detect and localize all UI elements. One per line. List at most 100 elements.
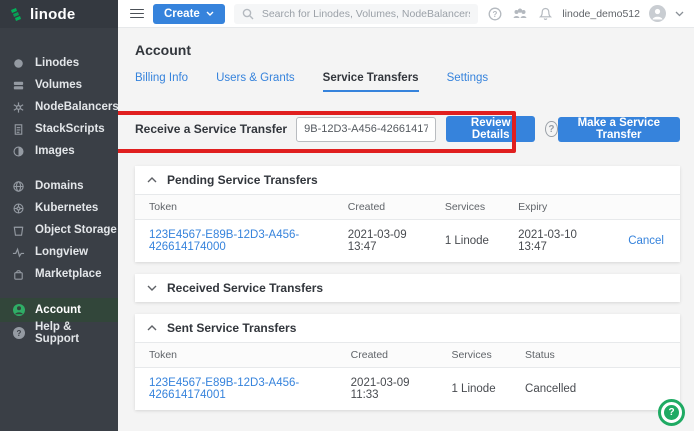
sidebar-item-label: Domains (35, 180, 84, 192)
tab-settings[interactable]: Settings (447, 72, 489, 92)
services-cell: 1 Linode (431, 220, 504, 263)
main-area: Create ? linode_demo512 (118, 0, 694, 431)
transfer-token-input[interactable] (296, 117, 436, 142)
make-service-transfer-button[interactable]: Make a Service Transfer (558, 117, 680, 142)
tabs: Billing Info Users & Grants Service Tran… (135, 72, 680, 92)
column-header-expiry: Expiry (504, 195, 614, 220)
received-transfers-header[interactable]: Received Service Transfers (135, 274, 680, 302)
linode-logo[interactable]: linode (0, 0, 118, 28)
tab-service-transfers[interactable]: Service Transfers (323, 72, 419, 92)
topbar: Create ? linode_demo512 (118, 0, 694, 28)
chevron-up-icon (147, 325, 157, 331)
globe-icon (11, 179, 26, 194)
column-header-status: Status (511, 343, 680, 368)
person-icon (11, 303, 26, 318)
linode-logo-text: linode (30, 6, 75, 23)
sidebar-item-domains[interactable]: Domains (0, 175, 118, 197)
sidebar-item-label: StackScripts (35, 123, 105, 135)
sidebar-item-linodes[interactable]: Linodes (0, 52, 118, 74)
search-input[interactable] (262, 8, 471, 20)
sidebar-item-label: Marketplace (35, 268, 101, 280)
sidebar-item-object-storage[interactable]: Object Storage (0, 219, 118, 241)
sidebar-item-label: Longview (35, 246, 88, 258)
table-row: 123E4567-E89B-12D3-A456-426614174000 202… (135, 220, 680, 263)
hamburger-menu-icon[interactable] (130, 9, 144, 19)
sidebar-item-label: NodeBalancers (35, 101, 119, 113)
svg-text:?: ? (16, 329, 21, 338)
column-header-services: Services (431, 195, 504, 220)
balancer-icon (11, 100, 26, 115)
sidebar-item-label: Images (35, 145, 75, 157)
sidebar-item-marketplace[interactable]: Marketplace (0, 263, 118, 285)
created-cell: 2021-03-09 13:47 (334, 220, 431, 263)
pulse-icon (11, 245, 26, 260)
receive-transfer-label: Receive a Service Transfer (135, 122, 287, 136)
notifications-bell-icon[interactable] (537, 6, 553, 22)
sidebar-item-label: Kubernetes (35, 202, 98, 214)
create-button-label: Create (164, 8, 200, 20)
tab-billing-info[interactable]: Billing Info (135, 72, 188, 92)
search-icon (242, 8, 254, 20)
column-header-token: Token (135, 343, 337, 368)
sidebar-item-label: Linodes (35, 57, 79, 69)
sidebar-item-kubernetes[interactable]: Kubernetes (0, 197, 118, 219)
script-icon (11, 122, 26, 137)
column-header-services: Services (437, 343, 511, 368)
pending-transfers-header[interactable]: Pending Service Transfers (135, 166, 680, 194)
sidebar-nav: Linodes Volumes NodeBalancers (0, 52, 118, 344)
section-title: Received Service Transfers (167, 281, 323, 295)
section-title: Sent Service Transfers (167, 321, 296, 335)
sidebar-item-longview[interactable]: Longview (0, 241, 118, 263)
question-icon: ? (11, 326, 26, 341)
column-header-token: Token (135, 195, 334, 220)
page-title: Account (135, 42, 680, 58)
chevron-down-icon (206, 11, 214, 16)
services-cell: 1 Linode (437, 368, 511, 411)
avatar[interactable] (649, 5, 666, 22)
tab-users-grants[interactable]: Users & Grants (216, 72, 295, 92)
table-row: 123E4567-E89B-12D3-A456-426614174001 202… (135, 368, 680, 411)
wheel-icon (11, 201, 26, 216)
chevron-down-icon (147, 285, 157, 291)
sidebar-divider (0, 285, 118, 298)
cube-icon (11, 56, 26, 71)
cancel-link[interactable]: Cancel (628, 235, 664, 247)
community-icon[interactable] (512, 6, 528, 22)
create-button[interactable]: Create (153, 4, 225, 24)
sent-transfers-header[interactable]: Sent Service Transfers (135, 314, 680, 342)
bag-icon (11, 267, 26, 282)
sidebar-item-help-support[interactable]: ? Help & Support (0, 322, 118, 344)
sidebar-item-label: Account (35, 304, 81, 316)
help-tooltip-icon[interactable]: ? (545, 121, 557, 137)
disc-icon (11, 144, 26, 159)
sidebar-item-images[interactable]: Images (0, 140, 118, 162)
sidebar-item-label: Volumes (35, 79, 82, 91)
receive-transfer-row: Receive a Service Transfer Review Detail… (135, 116, 680, 142)
sidebar-item-label: Object Storage (35, 224, 117, 236)
linode-logo-icon (9, 6, 25, 22)
help-icon[interactable]: ? (487, 6, 503, 22)
sidebar-divider (0, 162, 118, 175)
svg-text:?: ? (493, 10, 498, 19)
support-chat-button[interactable]: ? (658, 399, 685, 426)
column-header-created: Created (334, 195, 431, 220)
chat-bubble-icon: ? (664, 405, 679, 420)
content: Account Billing Info Users & Grants Serv… (118, 28, 694, 431)
token-link[interactable]: 123E4567-E89B-12D3-A456-426614174000 (149, 229, 299, 253)
sidebar-item-account[interactable]: Account (0, 298, 118, 322)
created-cell: 2021-03-09 11:33 (337, 368, 438, 411)
bucket-icon (11, 223, 26, 238)
username[interactable]: linode_demo512 (562, 8, 640, 20)
chevron-down-icon[interactable] (675, 11, 684, 17)
sidebar-item-stackscripts[interactable]: StackScripts (0, 118, 118, 140)
sidebar-item-nodebalancers[interactable]: NodeBalancers (0, 96, 118, 118)
search-box[interactable] (234, 4, 479, 24)
section-title: Pending Service Transfers (167, 173, 318, 187)
chevron-up-icon (147, 177, 157, 183)
sidebar-item-volumes[interactable]: Volumes (0, 74, 118, 96)
token-link[interactable]: 123E4567-E89B-12D3-A456-426614174001 (149, 377, 299, 401)
review-details-button[interactable]: Review Details (446, 116, 535, 142)
column-header-created: Created (337, 343, 438, 368)
sidebar: linode Linodes Volumes NodeBal (0, 0, 118, 431)
sent-transfers-card: Sent Service Transfers Token Created Ser… (135, 314, 680, 410)
